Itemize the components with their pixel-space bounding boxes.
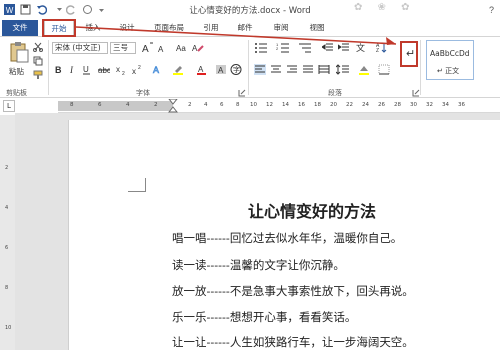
ruler-number: 2 [5,165,9,171]
group-divider [48,40,49,95]
ruler-number: 22 [346,102,353,108]
ruler-number: 12 [266,102,273,108]
copy-icon[interactable] [33,56,43,66]
superscript-icon[interactable]: x2 [132,64,144,75]
title-decoration: ✿ ❀ ✿ [354,2,416,13]
svg-text:U: U [83,65,89,74]
ruler-number: 6 [220,102,224,108]
document-line[interactable]: 让一让------人生如狭路行车，让一步海阔天空。 [172,334,414,350]
ruler-number: 6 [98,102,102,108]
indent-marker-icon[interactable] [168,99,178,113]
ruler-number: 16 [298,102,305,108]
enclose-characters-icon[interactable]: 字 [230,64,242,75]
italic-icon[interactable]: I [68,64,78,75]
group-label-font: 字体 [136,89,150,97]
cut-icon[interactable] [33,42,43,52]
document-line[interactable]: 乐一乐------想想开心事，看看笑话。 [172,309,356,325]
svg-text:A: A [153,65,159,75]
group-divider [420,40,421,95]
align-center-icon[interactable] [270,64,282,75]
ruler-number: 30 [410,102,417,108]
format-painter-icon[interactable] [33,70,43,80]
document-line[interactable]: 唱一唱------回忆过去似水年华，温暖你自己。 [172,230,402,246]
ruler-number: 26 [378,102,385,108]
svg-text:x: x [132,67,136,75]
svg-text:B: B [55,65,62,75]
annotation-arrow [75,26,397,45]
group-label-clipboard: 剪贴板 [6,89,27,97]
ruler-number: 2 [154,102,158,108]
svg-text:I: I [69,65,74,75]
svg-text:2: 2 [122,71,125,75]
paste-icon[interactable] [8,41,30,63]
tab-file[interactable]: 文件 [2,20,38,36]
font-dialog-launcher-icon[interactable] [238,89,246,97]
ruler-number: 34 [442,102,449,108]
ruler-number: 4 [126,102,130,108]
subscript-icon[interactable]: x2 [116,64,128,75]
style-normal[interactable]: AaBbCcDd ↵ 正文 [426,40,474,80]
align-left-icon[interactable] [254,64,266,75]
ruler-number: 24 [362,102,369,108]
tab-selector[interactable]: L [3,100,15,112]
ruler-number: 14 [282,102,289,108]
ruler-number: 10 [5,325,12,331]
svg-text:2: 2 [138,65,141,71]
vertical-ruler[interactable]: 2 4 6 8 10 [0,115,15,350]
ruler-number: 2 [188,102,192,108]
character-shading-icon[interactable]: A [216,64,226,75]
shading-icon[interactable] [358,64,370,75]
justify-icon[interactable] [302,64,314,75]
paragraph-dialog-launcher-icon[interactable] [412,89,420,97]
svg-text:A: A [198,65,204,74]
text-effects-icon[interactable]: A [152,64,164,75]
svg-text:A: A [218,66,224,75]
ruler-number: 18 [314,102,321,108]
ruler-number: 20 [330,102,337,108]
underline-icon[interactable]: U [82,64,92,75]
ruler-number: 4 [5,205,9,211]
ruler-number: 36 [458,102,465,108]
highlight-home-tab [42,19,76,37]
ruler-number: 8 [236,102,240,108]
font-color-icon[interactable]: A [196,64,208,75]
help-icon[interactable]: ? [486,4,497,15]
ruler-number: 6 [5,245,9,251]
horizontal-ruler[interactable]: 8 6 4 2 2 4 6 8 10 12 14 16 18 20 22 24 … [58,99,500,113]
svg-text:字: 字 [233,65,240,74]
line-spacing-icon[interactable] [336,64,350,75]
document-line[interactable]: 读一读------温馨的文字让你沉静。 [172,257,345,273]
highlight-color-icon[interactable] [172,64,186,75]
document-line[interactable]: 放一放------不是急事大事索性放下，回头再说。 [172,283,414,299]
ruler-number: 8 [70,102,74,108]
document-title[interactable]: 让心情变好的方法 [248,198,376,222]
bold-icon[interactable]: B [54,64,64,75]
paste-label[interactable]: 粘贴 [9,66,24,77]
distributed-icon[interactable] [318,64,330,75]
borders-icon[interactable] [378,64,390,75]
align-right-icon[interactable] [286,64,298,75]
style-preview-text: AaBbCcDd [430,49,470,58]
strikethrough-icon[interactable]: abc [98,64,110,75]
group-label-paragraph: 段落 [328,89,342,97]
svg-text:x: x [116,65,120,74]
title-bar: W 让心情变好的方法.docx - Word ✿ ❀ ✿ ? [0,0,500,20]
ruler-number: 10 [250,102,257,108]
ruler-number: 8 [5,285,9,291]
ruler-number: 28 [394,102,401,108]
style-name: ↵ 正文 [437,67,460,75]
svg-text:?: ? [489,5,494,15]
margin-corner-mark [128,178,146,192]
ruler-number: 4 [204,102,208,108]
ruler-number: 32 [426,102,433,108]
